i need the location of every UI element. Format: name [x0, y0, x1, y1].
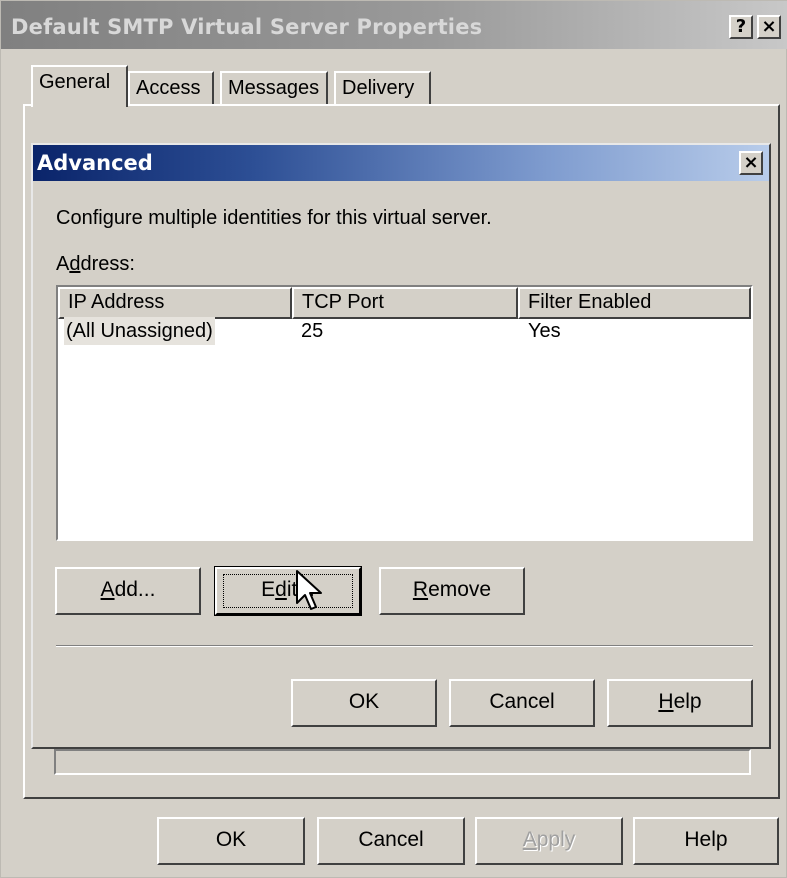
tab-messages-label: Messages: [228, 77, 320, 99]
tab-panel-field: [54, 749, 751, 775]
close-icon: ×: [761, 16, 777, 37]
advanced-title-bar: Advanced ×: [33, 145, 769, 181]
tab-access-label: Access: [136, 77, 201, 99]
address-label: Address:: [56, 253, 135, 275]
close-advanced-button[interactable]: ×: [739, 151, 763, 175]
window-title: Default SMTP Virtual Server Properties: [11, 15, 483, 39]
column-header-port[interactable]: TCP Port: [292, 287, 518, 319]
advanced-dialog: Advanced × Configure multiple identities…: [31, 143, 771, 749]
tab-delivery-label: Delivery: [342, 77, 415, 99]
advanced-cancel-button[interactable]: Cancel: [449, 679, 595, 727]
advanced-title: Advanced: [37, 151, 153, 175]
properties-window: Default SMTP Virtual Server Properties ?…: [0, 0, 787, 878]
close-window-button[interactable]: ×: [757, 15, 781, 39]
help-button[interactable]: Help: [633, 817, 779, 865]
remove-button[interactable]: Remove: [379, 567, 525, 615]
advanced-help-button[interactable]: Help: [607, 679, 753, 727]
help-icon: ?: [735, 16, 747, 37]
advanced-ok-button[interactable]: OK: [291, 679, 437, 727]
cancel-button[interactable]: Cancel: [317, 817, 465, 865]
apply-button[interactable]: Apply: [475, 817, 623, 865]
address-list[interactable]: IP Address TCP Port Filter Enabled (All …: [56, 285, 753, 541]
arrow-cursor-icon: [296, 570, 322, 610]
tab-messages[interactable]: Messages: [220, 71, 328, 105]
help-title-button[interactable]: ?: [729, 15, 753, 39]
tab-delivery[interactable]: Delivery: [334, 71, 431, 105]
edit-button[interactable]: Edit...: [214, 566, 362, 616]
row-ip-cell: (All Unassigned): [64, 317, 215, 345]
focus-rectangle: [223, 574, 353, 608]
tab-general-label: General: [39, 71, 111, 93]
description-text: Configure multiple identities for this v…: [56, 207, 492, 229]
tab-general[interactable]: General: [31, 65, 128, 107]
column-header-filter[interactable]: Filter Enabled: [518, 287, 751, 319]
separator: [56, 645, 753, 647]
column-header-ip[interactable]: IP Address: [58, 287, 292, 319]
close-icon: ×: [743, 152, 759, 173]
add-button[interactable]: Add...: [55, 567, 201, 615]
row-port-cell: 25: [301, 320, 324, 342]
row-filter-cell: Yes: [528, 320, 561, 342]
tab-access[interactable]: Access: [128, 71, 214, 105]
ok-button[interactable]: OK: [157, 817, 305, 865]
window-title-bar: Default SMTP Virtual Server Properties ?…: [1, 1, 787, 49]
